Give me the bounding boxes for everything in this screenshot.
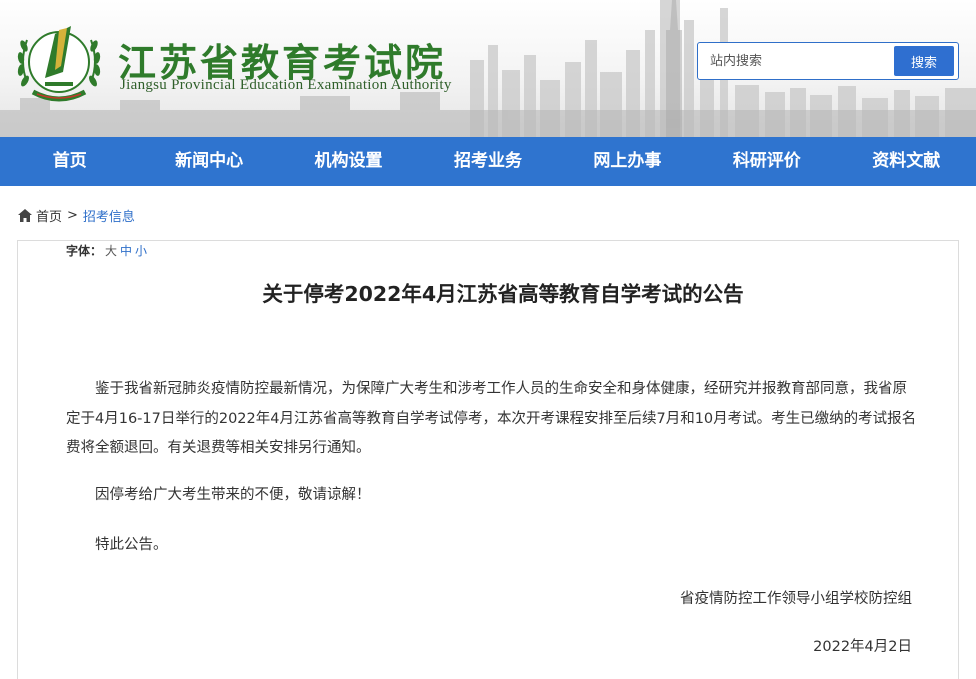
nav-item-documents[interactable]: 资料文献 [837, 137, 976, 186]
breadcrumb-current-link[interactable]: 招考信息 [83, 206, 135, 225]
main-nav: 首页 新闻中心 机构设置 招考业务 网上办事 科研评价 资料文献 [0, 137, 976, 186]
article-paragraph: 特此公告。 [95, 537, 168, 553]
nav-item-online-services[interactable]: 网上办事 [558, 137, 697, 186]
breadcrumb: 首页 > 招考信息 [18, 206, 135, 225]
search-input[interactable] [700, 45, 892, 77]
nav-item-exam-business[interactable]: 招考业务 [418, 137, 557, 186]
site-subtitle: Jiangsu Provincial Education Examination… [120, 77, 452, 93]
signature-date: 2022年4月2日 [813, 639, 912, 655]
breadcrumb-home-link[interactable]: 首页 [36, 206, 62, 225]
font-size-switcher: 字体：大中小 [66, 242, 147, 259]
nav-item-news[interactable]: 新闻中心 [139, 137, 278, 186]
article-paragraph: 鉴于我省新冠肺炎疫情防控最新情况，为保障广大考生和涉考工作人员的生命安全和身体健… [66, 381, 917, 456]
font-size-medium[interactable]: 中 [120, 244, 132, 258]
logo-emblem-icon [17, 26, 101, 102]
article-panel: 字体：大中小 关于停考2022年4月江苏省高等教育自学考试的公告 鉴于我省新冠肺… [17, 240, 959, 679]
font-size-label: 字体： [66, 244, 103, 258]
font-size-small[interactable]: 小 [135, 244, 147, 258]
nav-item-home[interactable]: 首页 [0, 137, 139, 186]
header-banner: 江苏省教育考试院 Jiangsu Provincial Education Ex… [0, 0, 976, 137]
signature-organization: 省疫情防控工作领导小组学校防控组 [680, 591, 912, 607]
article-body: 鉴于我省新冠肺炎疫情防控最新情况，为保障广大考生和涉考工作人员的生命安全和身体健… [66, 375, 918, 561]
search-box: 搜索 [697, 42, 959, 80]
search-button[interactable]: 搜索 [894, 46, 954, 76]
home-icon [18, 208, 32, 222]
article-paragraph: 因停考给广大考生带来的不便，敬请谅解！ [95, 486, 371, 503]
font-size-large[interactable]: 大 [105, 244, 117, 258]
nav-item-organization[interactable]: 机构设置 [279, 137, 418, 186]
breadcrumb-separator: > [67, 207, 78, 223]
nav-item-research[interactable]: 科研评价 [697, 137, 836, 186]
article-title: 关于停考2022年4月江苏省高等教育自学考试的公告 [262, 282, 744, 306]
